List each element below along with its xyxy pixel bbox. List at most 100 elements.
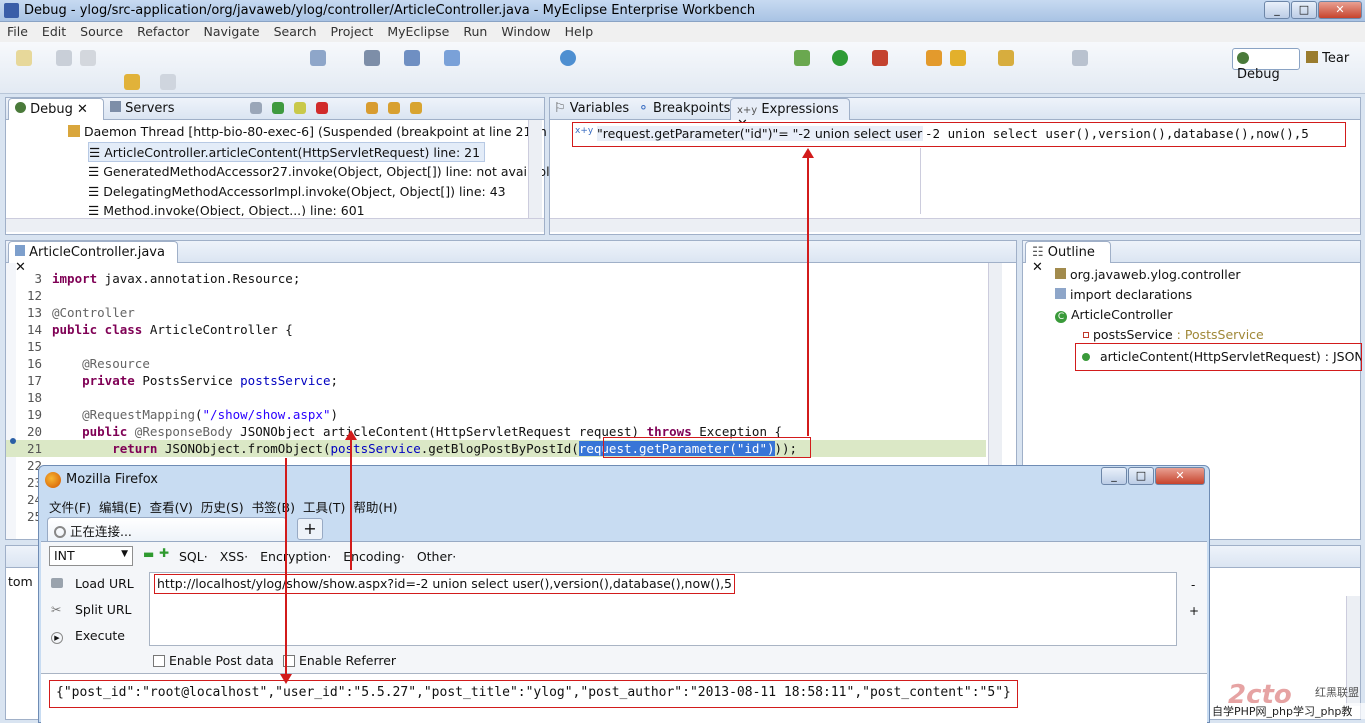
stack-frame[interactable]: ☰ DelegatingMethodAccessorImpl.invoke(Ob… xyxy=(88,182,506,202)
firefox-menu-item[interactable]: 书签(B) xyxy=(252,497,295,516)
hackbar-menu-item[interactable]: Other· xyxy=(417,549,456,564)
outline-class[interactable]: C ArticleController xyxy=(1055,305,1173,325)
code-line: 17 private PostsService postsService; xyxy=(6,372,986,389)
firefox-logo-icon xyxy=(45,472,61,488)
firefox-close-button[interactable]: ✕ xyxy=(1155,467,1205,485)
perspective-team[interactable]: Tear xyxy=(1306,51,1349,66)
step-into-icon[interactable] xyxy=(366,102,378,114)
launch-icon[interactable] xyxy=(444,50,460,66)
globe-icon[interactable] xyxy=(560,50,576,66)
split-url-button[interactable]: ✂ Split URL xyxy=(51,602,132,617)
pin-icon[interactable] xyxy=(1072,50,1088,66)
tab-variables[interactable]: ⚐ Variables xyxy=(554,101,629,116)
run-icon[interactable] xyxy=(832,50,848,66)
breakpoint-marker[interactable] xyxy=(10,438,16,444)
tab-outline-label: Outline xyxy=(1047,245,1095,260)
external-tools-icon[interactable] xyxy=(872,50,888,66)
enable-post-label: Enable Post data xyxy=(168,653,274,668)
menu-item[interactable]: Window xyxy=(494,22,557,39)
open-task-icon[interactable] xyxy=(950,50,966,66)
code-token: public xyxy=(82,424,128,439)
tab-editor-file[interactable]: ArticleController.java ✕ xyxy=(8,241,178,275)
menu-item[interactable]: Edit xyxy=(35,22,73,39)
enable-post-checkbox[interactable]: Enable Post data xyxy=(153,653,274,668)
close-icon[interactable]: ✕ xyxy=(1032,260,1043,275)
minimize-button[interactable]: _ xyxy=(1264,1,1290,19)
load-url-icon xyxy=(51,578,63,588)
new-icon[interactable] xyxy=(16,50,32,66)
enable-referrer-checkbox[interactable]: Enable Referrer xyxy=(283,653,396,668)
menu-item[interactable]: Source xyxy=(73,22,130,39)
firefox-tab[interactable]: 正在连接... xyxy=(47,517,287,541)
stack-frame-selected[interactable]: ☰ ArticleController.articleContent(HttpS… xyxy=(88,142,486,162)
outline-method[interactable]: articleContent(HttpServletRequest) : JSO… xyxy=(1075,343,1362,371)
outline-package[interactable]: org.javaweb.ylog.controller xyxy=(1055,265,1241,285)
suspend-icon[interactable] xyxy=(294,102,306,114)
step-return-icon[interactable] xyxy=(410,102,422,114)
save-icon[interactable] xyxy=(56,50,72,66)
expand-icon[interactable]: + xyxy=(1189,604,1199,618)
expression-row[interactable]: x+y "request.getParameter("id")"= "-2 un… xyxy=(572,122,1346,147)
monitor-icon[interactable] xyxy=(364,50,380,66)
expressions-horizontal-scrollbar[interactable] xyxy=(550,218,1360,232)
tab-expressions[interactable]: x+y Expressions ✕ xyxy=(730,98,850,132)
execute-button[interactable]: ▶ Execute xyxy=(51,628,125,644)
deploy-icon[interactable] xyxy=(404,50,420,66)
outline-field[interactable]: postsService : PostsService xyxy=(1083,325,1264,345)
print-icon[interactable] xyxy=(80,50,96,66)
debug-horizontal-scrollbar[interactable] xyxy=(6,218,544,232)
debug-run-icon[interactable] xyxy=(794,50,810,66)
url-textarea[interactable]: http://localhost/ylog/show/show.aspx?id=… xyxy=(149,572,1177,646)
server-icon[interactable] xyxy=(310,50,326,66)
increase-icon[interactable]: ✚ xyxy=(159,546,169,560)
menu-item[interactable]: Help xyxy=(558,22,601,39)
menu-item[interactable]: Run xyxy=(456,22,494,39)
search-icon[interactable] xyxy=(998,50,1014,66)
decrease-icon[interactable]: ▬ xyxy=(143,547,154,561)
forward-icon[interactable] xyxy=(160,74,176,90)
menu-item[interactable]: Refactor xyxy=(130,22,196,39)
back-icon[interactable] xyxy=(124,74,140,90)
perspective-debug[interactable]: Debug xyxy=(1232,48,1300,82)
tab-servers[interactable]: Servers xyxy=(110,101,175,116)
menu-item[interactable]: Project xyxy=(324,22,381,39)
remove-launch-icon[interactable] xyxy=(250,102,262,114)
shrink-icon[interactable]: - xyxy=(1191,578,1195,592)
menu-item[interactable]: MyEclipse xyxy=(380,22,456,39)
code-token: ArticleController { xyxy=(142,322,293,337)
step-over-icon[interactable] xyxy=(388,102,400,114)
stack-frame[interactable]: ☰ GeneratedMethodAccessor27.invoke(Objec… xyxy=(88,162,557,182)
hackbar-menu-item[interactable]: XSS· xyxy=(220,549,248,564)
load-url-button[interactable]: Load URL xyxy=(51,576,134,591)
int-select[interactable]: INT ▼ xyxy=(49,546,133,566)
open-type-icon[interactable] xyxy=(926,50,942,66)
close-button[interactable]: ✕ xyxy=(1318,1,1362,19)
menu-item[interactable]: Search xyxy=(267,22,324,39)
maximize-button[interactable]: □ xyxy=(1291,1,1317,19)
stack-frame[interactable]: ☰ Method.invoke(Object, Object...) line:… xyxy=(88,202,365,216)
firefox-menu-item[interactable]: 编辑(E) xyxy=(99,497,142,516)
hackbar-menu-item[interactable]: Encoding· xyxy=(343,549,405,564)
tab-breakpoints[interactable]: ⚬ Breakpoints xyxy=(638,101,730,116)
menu-item[interactable]: Navigate xyxy=(197,22,267,39)
tab-outline[interactable]: ☷ Outline ✕ xyxy=(1025,241,1111,275)
hackbar-menu-item[interactable]: SQL· xyxy=(179,549,208,564)
firefox-maximize-button[interactable]: □ xyxy=(1128,467,1154,485)
tab-debug[interactable]: Debug ✕ xyxy=(8,98,104,120)
terminate-icon[interactable] xyxy=(316,102,328,114)
close-icon[interactable]: ✕ xyxy=(77,102,88,117)
outline-imports[interactable]: import declarations xyxy=(1055,285,1192,305)
firefox-menu-item[interactable]: 帮助(H) xyxy=(353,497,397,516)
firefox-menu-item[interactable]: 文件(F) xyxy=(49,497,91,516)
firefox-menu-item[interactable]: 查看(V) xyxy=(150,497,193,516)
firefox-menu-item[interactable]: 工具(T) xyxy=(303,497,345,516)
new-tab-button[interactable]: + xyxy=(297,518,323,540)
hackbar-menu-item[interactable]: Encryption· xyxy=(260,549,331,564)
hackbar: INT ▼ ▬ ✚ SQL· XSS· Encryption· Encoding· Ot… xyxy=(41,541,1207,723)
menu-item[interactable]: File xyxy=(0,22,35,39)
debug-vertical-scrollbar[interactable] xyxy=(528,120,542,218)
resume-icon[interactable] xyxy=(272,102,284,114)
debug-thread[interactable]: Daemon Thread [http-bio-80-exec-6] (Susp… xyxy=(68,122,559,142)
firefox-menu-item[interactable]: 历史(S) xyxy=(201,497,244,516)
firefox-minimize-button[interactable]: _ xyxy=(1101,467,1127,485)
